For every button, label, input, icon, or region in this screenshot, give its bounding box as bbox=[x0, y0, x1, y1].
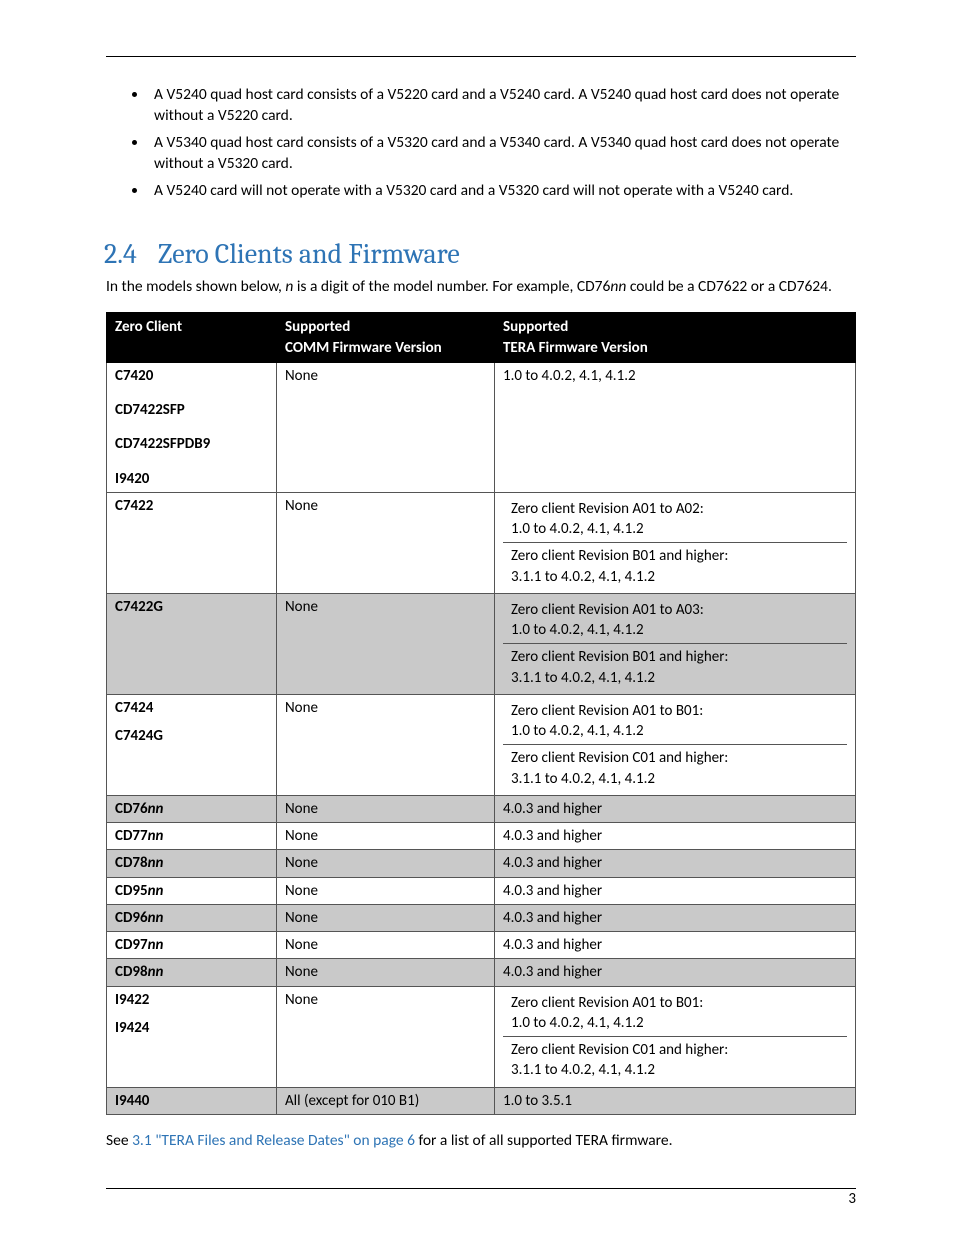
cell-zero-client: C7422G bbox=[107, 593, 277, 694]
bottom-rule bbox=[106, 1188, 856, 1189]
header-tera: SupportedTERA Firmware Version bbox=[495, 313, 856, 363]
text: See bbox=[106, 1131, 132, 1150]
bullet-list: A V5240 quad host card consists of a V52… bbox=[106, 85, 856, 202]
cell-tera: 4.0.3 and higher bbox=[495, 850, 856, 877]
cell-zero-client: CD98nn bbox=[107, 959, 277, 986]
cell-comm: None bbox=[277, 694, 495, 795]
cell-zero-client: C7422 bbox=[107, 492, 277, 593]
section-heading: 2.4Zero Clients and Firmware bbox=[104, 236, 856, 274]
cell-tera: 4.0.3 and higher bbox=[495, 795, 856, 822]
section-title: Zero Clients and Firmware bbox=[158, 238, 460, 270]
table-row: CD97nnNone4.0.3 and higher bbox=[107, 932, 856, 959]
list-item: A V5340 quad host card consists of a V53… bbox=[148, 133, 856, 175]
cell-comm: None bbox=[277, 959, 495, 986]
cell-zero-client: CD77nn bbox=[107, 823, 277, 850]
footnote: See 3.1 "TERA Files and Release Dates" o… bbox=[106, 1131, 856, 1152]
cell-zero-client: CD97nn bbox=[107, 932, 277, 959]
cell-comm: None bbox=[277, 362, 495, 492]
text: for a list of all supported TERA firmwar… bbox=[415, 1131, 673, 1150]
text: could be a CD7622 or a CD7624. bbox=[626, 277, 832, 296]
cell-zero-client: I9440 bbox=[107, 1087, 277, 1114]
table-row: C7422GNoneZero client Revision A01 to A0… bbox=[107, 593, 856, 694]
cell-comm: None bbox=[277, 932, 495, 959]
cell-tera: 4.0.3 and higher bbox=[495, 959, 856, 986]
cell-tera: 1.0 to 4.0.2, 4.1, 4.1.2 bbox=[495, 362, 856, 492]
cell-tera: Zero client Revision A01 to B01:1.0 to 4… bbox=[495, 694, 856, 795]
list-item: A V5240 card will not operate with a V53… bbox=[148, 181, 856, 202]
text: is a digit of the model number. For exam… bbox=[293, 277, 610, 296]
list-item: A V5240 quad host card consists of a V52… bbox=[148, 85, 856, 127]
cell-tera: 4.0.3 and higher bbox=[495, 823, 856, 850]
cell-zero-client: I9422I9424 bbox=[107, 986, 277, 1087]
table-row: C7424C7424GNoneZero client Revision A01 … bbox=[107, 694, 856, 795]
table-row: CD98nnNone4.0.3 and higher bbox=[107, 959, 856, 986]
cell-comm: None bbox=[277, 795, 495, 822]
table-row: CD96nnNone4.0.3 and higher bbox=[107, 904, 856, 931]
cell-tera: Zero client Revision A01 to A02:1.0 to 4… bbox=[495, 492, 856, 593]
cell-comm: None bbox=[277, 986, 495, 1087]
cell-zero-client: C7424C7424G bbox=[107, 694, 277, 795]
cell-comm: All (except for 010 B1) bbox=[277, 1087, 495, 1114]
tera-files-link[interactable]: 3.1 "TERA Files and Release Dates" on pa… bbox=[132, 1131, 415, 1150]
cell-tera: Zero client Revision A01 to B01:1.0 to 4… bbox=[495, 986, 856, 1087]
table-row: CD95nnNone4.0.3 and higher bbox=[107, 877, 856, 904]
page-number: 3 bbox=[848, 1189, 856, 1209]
cell-comm: None bbox=[277, 850, 495, 877]
header-zero-client: Zero Client bbox=[107, 313, 277, 363]
cell-comm: None bbox=[277, 877, 495, 904]
table-row: I9440All (except for 010 B1)1.0 to 3.5.1 bbox=[107, 1087, 856, 1114]
firmware-table: Zero Client SupportedCOMM Firmware Versi… bbox=[106, 312, 856, 1115]
cell-zero-client: CD78nn bbox=[107, 850, 277, 877]
cell-comm: None bbox=[277, 904, 495, 931]
cell-zero-client: C7420CD7422SFPCD7422SFPDB9I9420 bbox=[107, 362, 277, 492]
cell-comm: None bbox=[277, 492, 495, 593]
header-comm: SupportedCOMM Firmware Version bbox=[277, 313, 495, 363]
table-row: C7422NoneZero client Revision A01 to A02… bbox=[107, 492, 856, 593]
italic-nn: nn bbox=[610, 277, 626, 296]
table-row: CD76nnNone4.0.3 and higher bbox=[107, 795, 856, 822]
cell-comm: None bbox=[277, 823, 495, 850]
intro-paragraph: In the models shown below, n is a digit … bbox=[106, 277, 856, 298]
cell-zero-client: CD95nn bbox=[107, 877, 277, 904]
cell-comm: None bbox=[277, 593, 495, 694]
cell-tera: 4.0.3 and higher bbox=[495, 904, 856, 931]
cell-tera: 4.0.3 and higher bbox=[495, 932, 856, 959]
table-row: CD78nnNone4.0.3 and higher bbox=[107, 850, 856, 877]
text: In the models shown below, bbox=[106, 277, 285, 296]
cell-zero-client: CD96nn bbox=[107, 904, 277, 931]
cell-tera: 1.0 to 3.5.1 bbox=[495, 1087, 856, 1114]
cell-tera: Zero client Revision A01 to A03:1.0 to 4… bbox=[495, 593, 856, 694]
top-rule bbox=[106, 56, 856, 57]
table-row: CD77nnNone4.0.3 and higher bbox=[107, 823, 856, 850]
table-row: I9422I9424NoneZero client Revision A01 t… bbox=[107, 986, 856, 1087]
section-number: 2.4 bbox=[104, 236, 158, 274]
cell-zero-client: CD76nn bbox=[107, 795, 277, 822]
table-header-row: Zero Client SupportedCOMM Firmware Versi… bbox=[107, 313, 856, 363]
cell-tera: 4.0.3 and higher bbox=[495, 877, 856, 904]
table-row: C7420CD7422SFPCD7422SFPDB9I9420None1.0 t… bbox=[107, 362, 856, 492]
